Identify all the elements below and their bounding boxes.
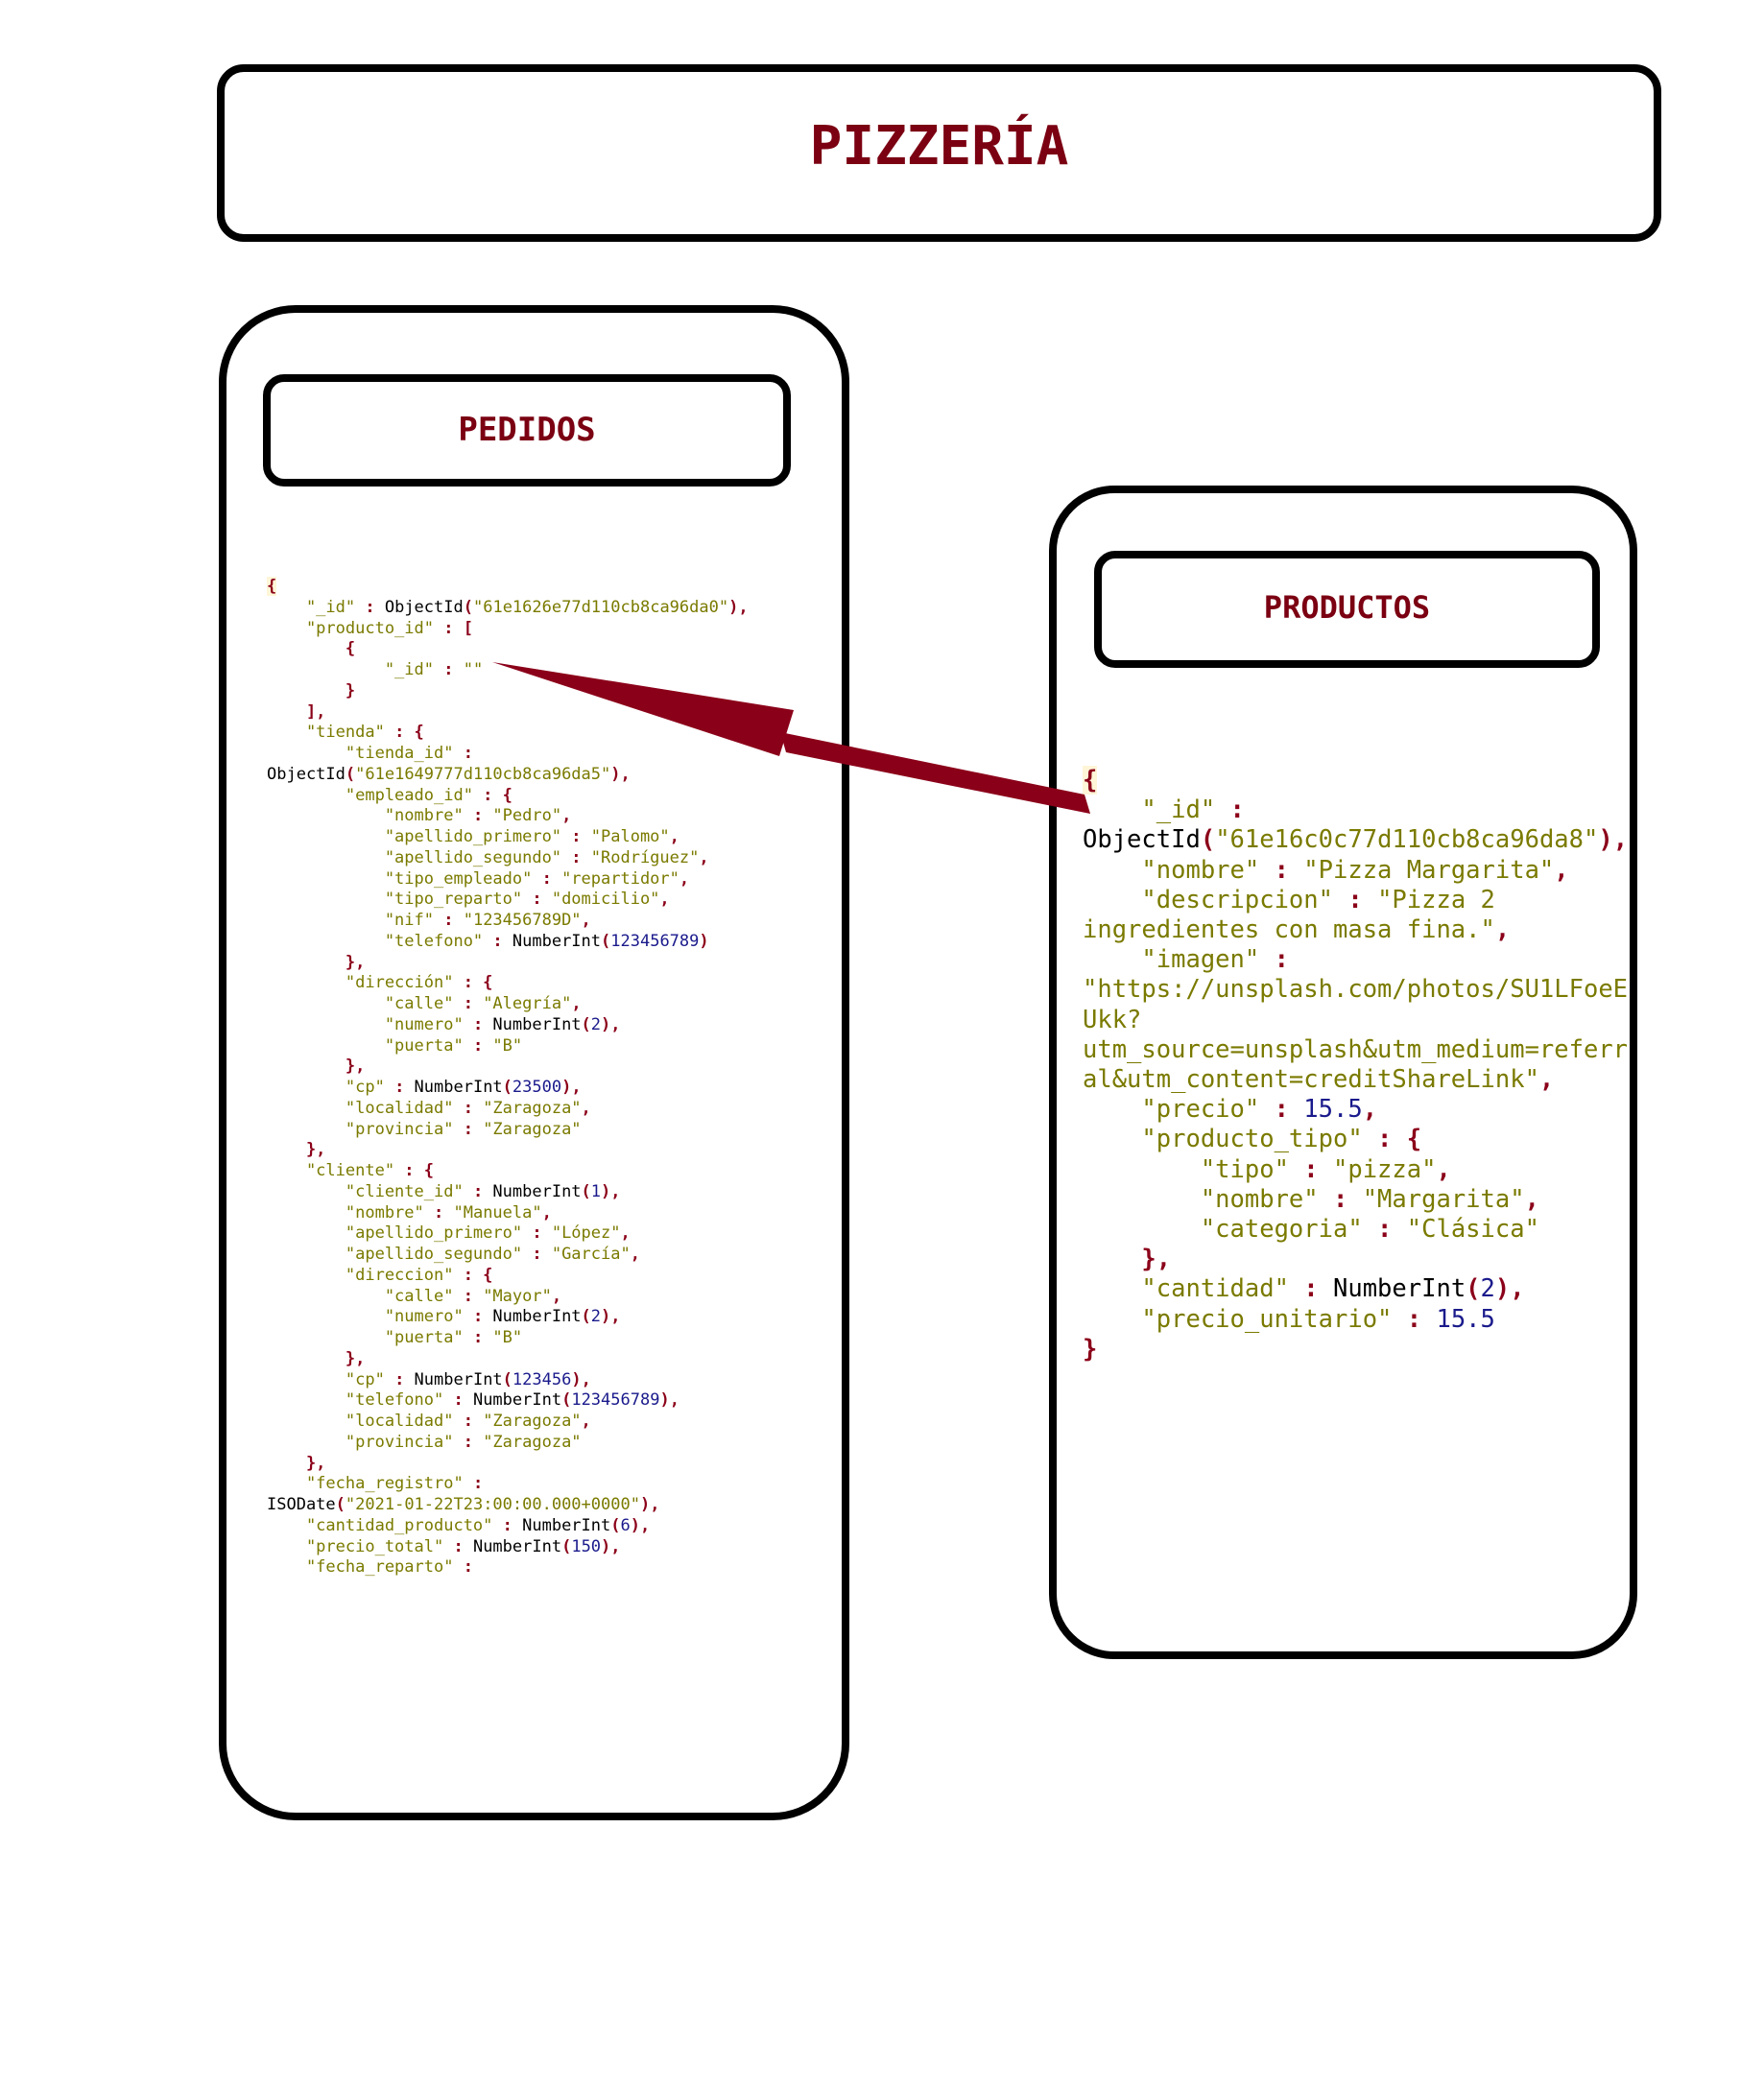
arrow-shaft [780, 732, 1090, 814]
arrow-head [492, 662, 794, 756]
relation-arrow [492, 662, 1090, 814]
